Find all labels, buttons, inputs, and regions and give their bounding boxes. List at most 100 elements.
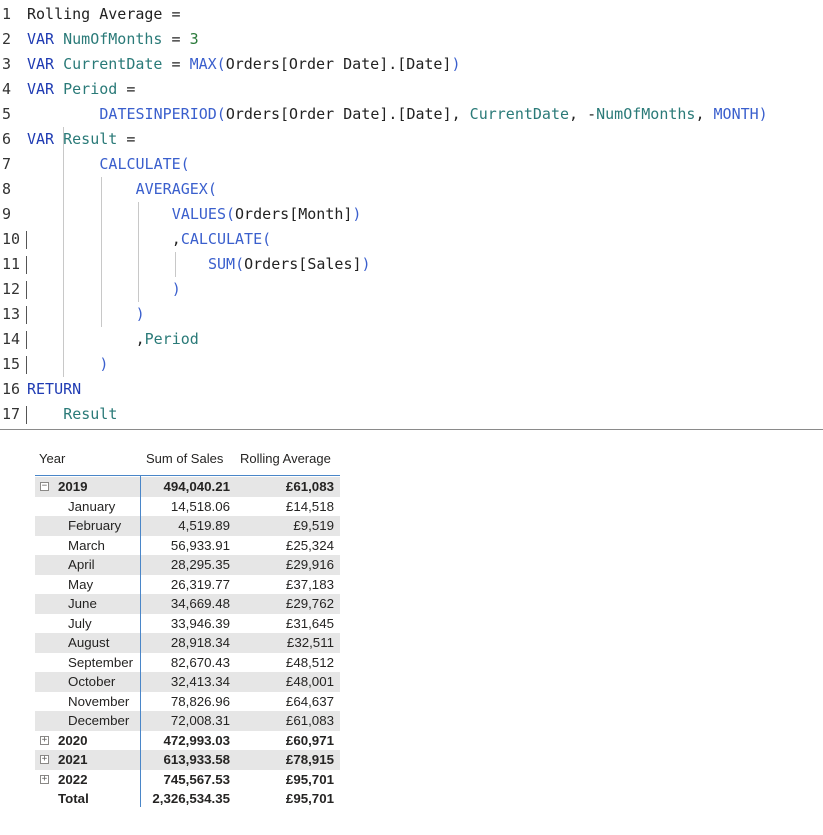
month-row[interactable]: November 78,826.96 £64,637	[35, 692, 340, 712]
sum-of-sales-cell: 14,518.06	[170, 498, 230, 514]
dax-formula-editor[interactable]: 1 Rolling Average = 2 VAR NumOfMonths = 33V…	[0, 0, 823, 430]
month-label: May	[68, 576, 94, 592]
code-line[interactable]: 12)	[0, 277, 823, 302]
code-token: VALUES(	[171, 205, 236, 223]
line-number: 2	[2, 30, 12, 48]
code-token: Orders[Order Date].[Date]	[225, 105, 452, 123]
code-line[interactable]: 17 Result	[0, 402, 823, 427]
code-line[interactable]: 3 VAR CurrentDate = MAX(Orders[Order Date…	[0, 52, 823, 77]
code-token: =	[162, 30, 190, 48]
code-token: CurrentDate	[63, 55, 163, 73]
column-header-rolling-average[interactable]: Rolling Average	[240, 445, 331, 475]
gutter-separator	[26, 331, 27, 349]
code-token: Result	[63, 130, 118, 148]
code-line[interactable]: 1 Rolling Average =	[0, 2, 823, 27]
column-header-year[interactable]: Year	[39, 445, 65, 475]
month-row[interactable]: August 28,918.34 £32,511	[35, 633, 340, 653]
month-row[interactable]: January 14,518.06 £14,518	[35, 497, 340, 517]
month-row[interactable]: February 4,519.89 £9,519	[35, 516, 340, 536]
code-token: 3	[189, 30, 199, 48]
rolling-average-cell: £48,001	[285, 674, 334, 689]
month-row[interactable]: December 72,008.31 £61,083	[35, 711, 340, 731]
code-line[interactable]: 16 RETURN	[0, 377, 823, 402]
sum-of-sales-cell: 26,319.77	[170, 576, 230, 592]
code-token: NumOfMonths	[596, 105, 696, 123]
gutter-separator	[26, 256, 27, 274]
line-number: 8	[2, 180, 12, 198]
year-row[interactable]: +2021 613,933.58 £78,915	[35, 750, 340, 770]
month-row[interactable]: April 28,295.35 £29,916	[35, 555, 340, 575]
code-token: Result	[63, 405, 118, 423]
sum-of-sales-cell: 472,993.03	[163, 732, 230, 748]
month-row[interactable]: March 56,933.91 £25,324	[35, 536, 340, 556]
month-row[interactable]: May 26,319.77 £37,183	[35, 575, 340, 595]
month-row[interactable]: October 32,413.34 £48,001	[35, 672, 340, 692]
code-token: NumOfMonths	[63, 30, 163, 48]
gutter-separator	[26, 231, 27, 249]
code-token: VAR	[27, 55, 64, 73]
rolling-average-cell: £25,324	[285, 537, 334, 553]
code-text: CALCULATE(	[99, 152, 189, 177]
rolling-average-cell: £31,645	[285, 615, 334, 631]
sum-of-sales-cell: 82,670.43	[170, 654, 230, 670]
code-text: VALUES(Orders[Month])	[172, 202, 362, 227]
expand-icon[interactable]: +	[40, 735, 49, 745]
gutter-separator	[26, 281, 27, 299]
year-row[interactable]: −2019 494,040.21 £61,083	[35, 477, 340, 497]
matrix-visual: Year Sum of Sales Rolling Average −2019 4…	[35, 445, 345, 815]
code-token: )	[758, 105, 768, 123]
code-token: MONTH	[713, 105, 759, 123]
rolling-average-cell: £61,083	[285, 713, 334, 728]
expand-icon[interactable]: +	[40, 755, 49, 764]
code-token: Period	[144, 330, 199, 348]
line-number: 16	[2, 380, 21, 398]
month-row[interactable]: September 82,670.43 £48,512	[35, 653, 340, 673]
line-number: 7	[2, 155, 12, 173]
month-label: July	[68, 615, 92, 631]
code-line[interactable]: 11 SUM(Orders[Sales])	[0, 252, 823, 277]
year-row[interactable]: +2022 745,567.53 £95,701	[35, 770, 340, 790]
collapse-icon[interactable]: −	[40, 482, 49, 491]
sum-of-sales-cell: 28,918.34	[170, 635, 230, 650]
code-line[interactable]: 14 ,Period	[0, 327, 823, 352]
total-row[interactable]: Total 2,326,534.35 £95,701	[35, 789, 340, 809]
line-number: 13	[2, 305, 21, 323]
month-label: December	[68, 713, 130, 728]
code-line[interactable]: 6 VAR Result =	[0, 127, 823, 152]
code-line[interactable]: 15)	[0, 352, 823, 377]
year-label: 2022	[58, 771, 88, 787]
month-row[interactable]: July 33,946.39 £31,645	[35, 614, 340, 634]
code-token: Orders[Order Date].[Date]	[225, 55, 452, 73]
line-number: 5	[2, 105, 12, 123]
sum-of-sales-cell: 2,326,534.35	[152, 791, 230, 806]
month-label: January	[68, 498, 116, 514]
column-header-sum-of-sales[interactable]: Sum of Sales	[146, 445, 223, 475]
line-number: 14	[2, 330, 21, 348]
month-row[interactable]: June 34,669.48 £29,762	[35, 594, 340, 614]
rolling-average-cell: £14,518	[285, 498, 334, 514]
code-line[interactable]: 5 DATESINPERIOD(Orders[Order Date].[Date]…	[0, 102, 823, 127]
sum-of-sales-cell: 4,519.89	[178, 518, 230, 533]
code-token: )	[171, 280, 181, 298]
code-line[interactable]: 10 ,CALCULATE(	[0, 227, 823, 252]
indent-guide	[101, 177, 102, 327]
year-row[interactable]: +2020 472,993.03 £60,971	[35, 731, 340, 751]
code-line[interactable]: 9 VALUES(Orders[Month])	[0, 202, 823, 227]
code-line[interactable]: 7 CALCULATE(	[0, 152, 823, 177]
line-number: 1	[2, 5, 12, 23]
line-number: 15	[2, 355, 21, 373]
code-token: ,	[695, 105, 714, 123]
code-line[interactable]: 8 AVERAGEX(	[0, 177, 823, 202]
gutter-separator	[26, 406, 27, 424]
year-label: 2019	[58, 479, 88, 494]
code-token: AVERAGEX(	[135, 180, 217, 198]
rolling-average-cell: £64,637	[285, 693, 334, 709]
expand-icon[interactable]: +	[40, 774, 49, 784]
code-line[interactable]: 4 VAR Period =	[0, 77, 823, 102]
month-label: February	[68, 518, 122, 533]
code-line[interactable]: 2 VAR NumOfMonths = 3	[0, 27, 823, 52]
sum-of-sales-cell: 32,413.34	[170, 674, 230, 689]
code-token: RETURN	[27, 380, 82, 398]
code-line[interactable]: 13)	[0, 302, 823, 327]
code-token: CALCULATE(	[99, 155, 190, 173]
